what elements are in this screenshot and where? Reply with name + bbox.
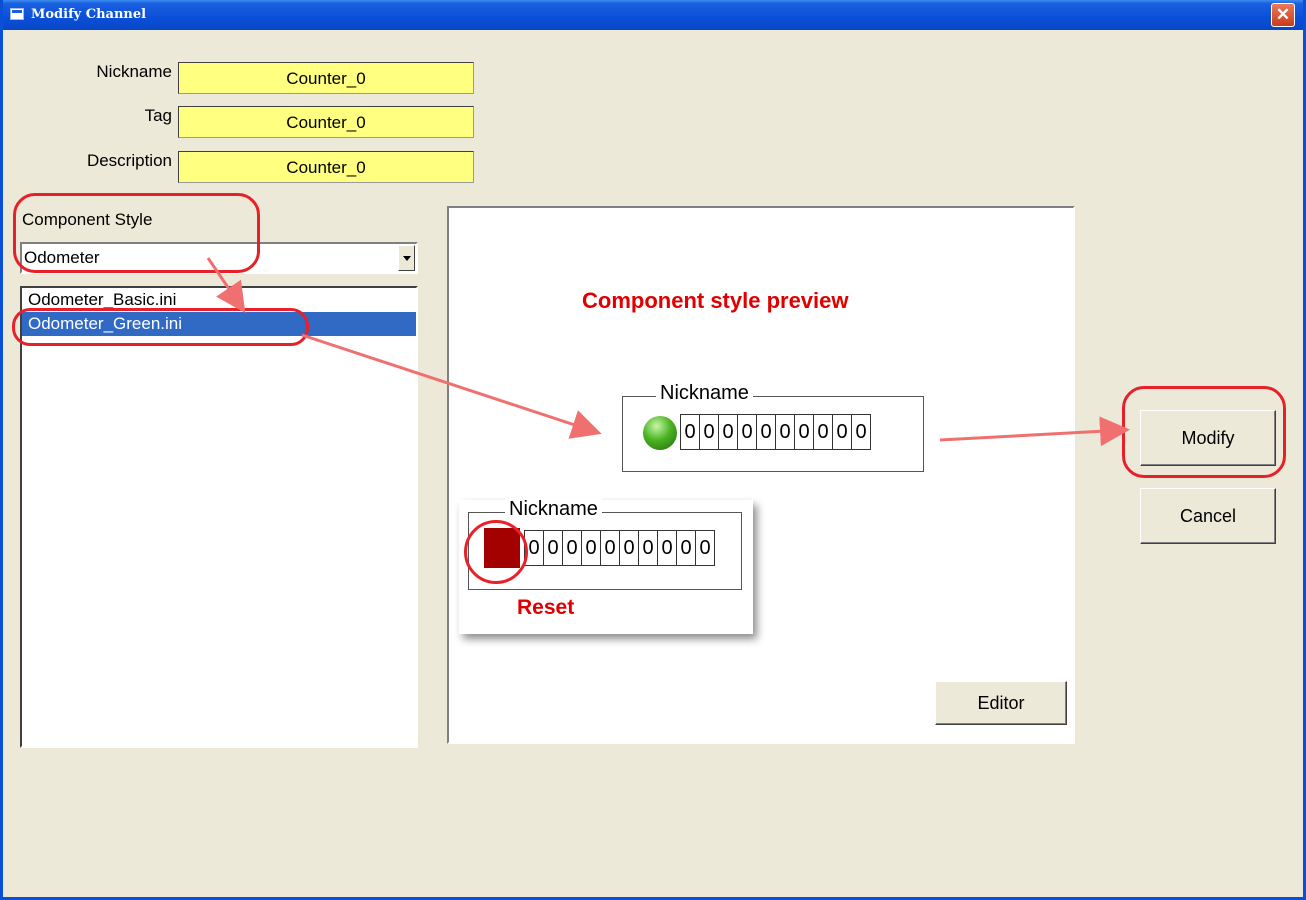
title-bar[interactable]: Modify Channel ✕ xyxy=(3,0,1303,30)
style-file-list[interactable]: Odometer_Basic.ini Odometer_Green.ini xyxy=(20,286,418,748)
annotation-ring-modify xyxy=(1122,386,1286,478)
reset-odometer-legend: Nickname xyxy=(505,498,602,521)
digit: 0 xyxy=(700,415,719,449)
digit: 0 xyxy=(582,531,601,565)
preview-title: Component style preview xyxy=(582,288,849,313)
digit: 0 xyxy=(639,531,658,565)
digit: 0 xyxy=(833,415,852,449)
digit: 0 xyxy=(544,531,563,565)
digit: 0 xyxy=(738,415,757,449)
preview-panel xyxy=(447,206,1075,744)
digit: 0 xyxy=(658,531,677,565)
tag-field[interactable]: Counter_0 xyxy=(178,106,474,138)
digit: 0 xyxy=(563,531,582,565)
editor-button[interactable]: Editor xyxy=(935,681,1067,725)
nickname-field[interactable]: Counter_0 xyxy=(178,62,474,94)
window-icon xyxy=(10,8,24,20)
digit: 0 xyxy=(719,415,738,449)
digit: 0 xyxy=(620,531,639,565)
chevron-down-icon[interactable] xyxy=(398,245,415,271)
description-field[interactable]: Counter_0 xyxy=(178,151,474,183)
odometer-legend: Nickname xyxy=(656,382,753,405)
close-button[interactable]: ✕ xyxy=(1271,3,1295,27)
close-icon: ✕ xyxy=(1275,5,1291,24)
odometer-digits: 0 0 0 0 0 0 0 0 0 0 xyxy=(680,414,871,450)
cancel-button[interactable]: Cancel xyxy=(1140,488,1276,544)
digit: 0 xyxy=(795,415,814,449)
digit: 0 xyxy=(681,415,700,449)
nickname-label: Nickname xyxy=(96,62,172,81)
digit: 0 xyxy=(601,531,620,565)
description-label: Description xyxy=(86,151,172,170)
digit: 0 xyxy=(757,415,776,449)
digit: 0 xyxy=(855,421,867,443)
reset-odometer-digits: 0 0 0 0 0 0 0 0 0 0 xyxy=(524,530,715,566)
reset-label: Reset xyxy=(517,596,575,619)
digit: 0 xyxy=(699,537,711,559)
digit: 0 xyxy=(677,531,696,565)
green-led-icon xyxy=(643,416,677,450)
annotation-ring-selected-file xyxy=(12,308,309,346)
annotation-ring-component-style xyxy=(13,193,260,273)
tag-label: Tag xyxy=(144,106,172,125)
window-title: Modify Channel xyxy=(31,7,147,22)
digit: 0 xyxy=(814,415,833,449)
annotation-ring-reset xyxy=(464,520,528,584)
digit: 0 xyxy=(776,415,795,449)
